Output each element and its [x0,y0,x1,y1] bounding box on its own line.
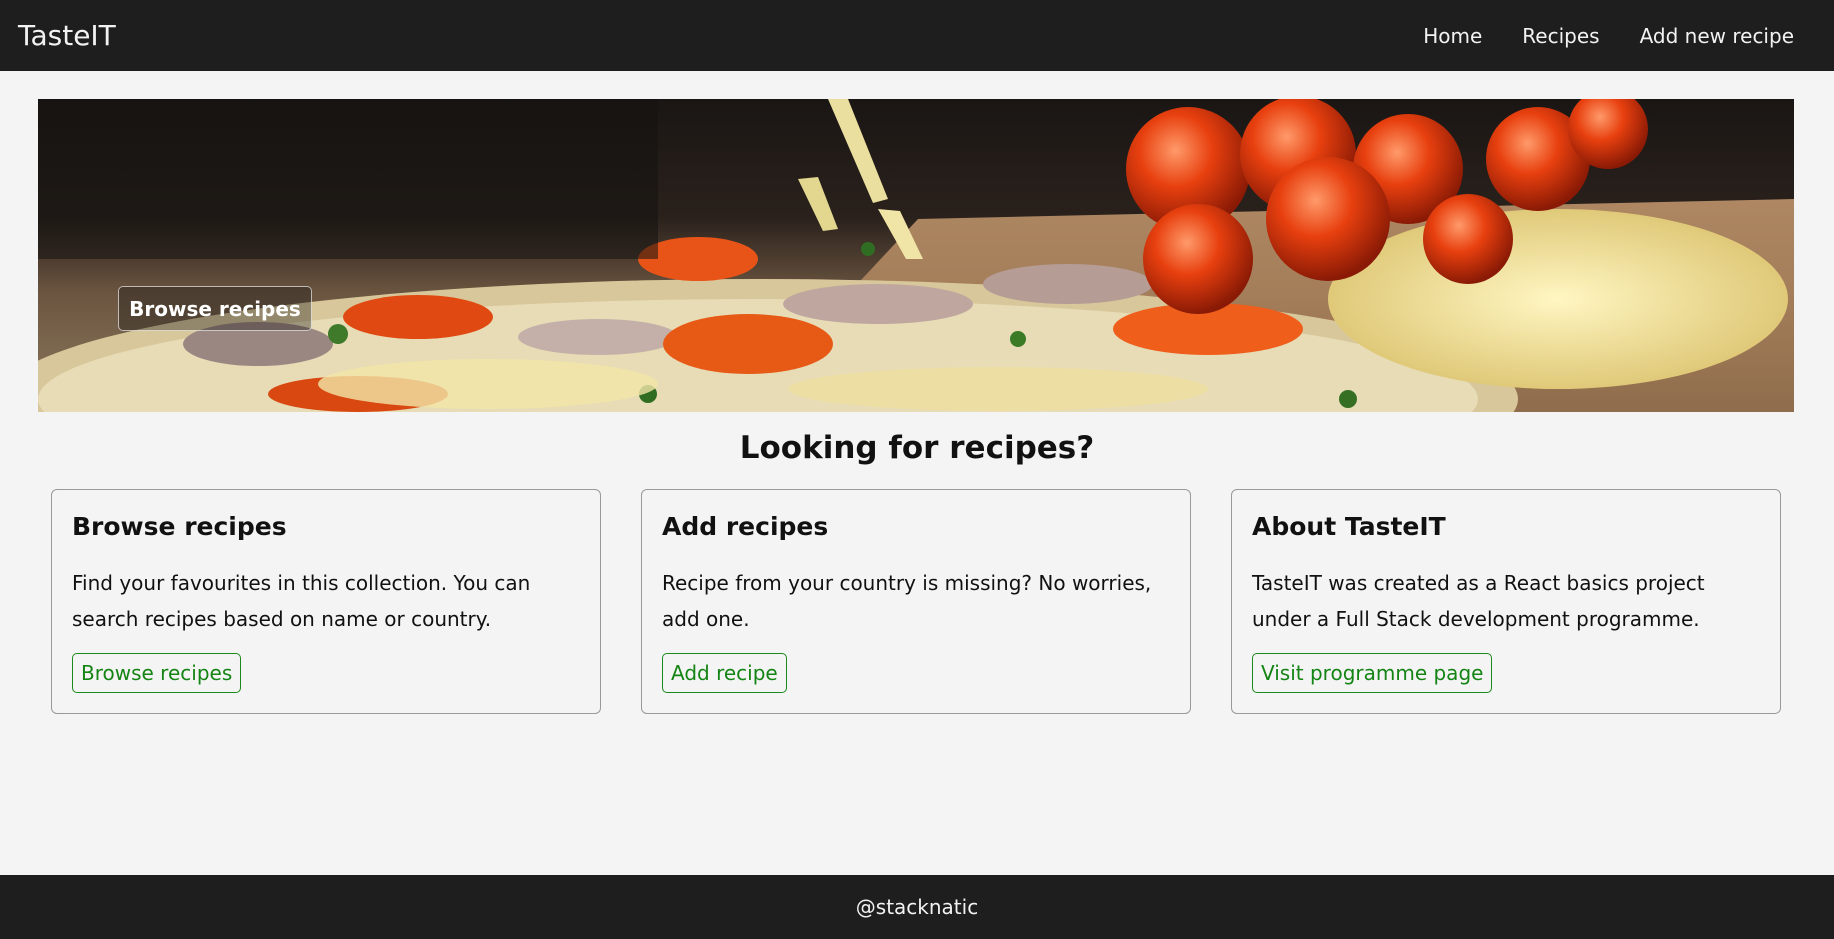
nav-link-recipes[interactable]: Recipes [1522,24,1599,48]
card-about-tasteit: About TasteIT TasteIT was created as a R… [1231,489,1781,714]
add-recipe-button[interactable]: Add recipe [662,653,787,693]
nav-link-home[interactable]: Home [1423,24,1482,48]
card-text: Find your favourites in this collection.… [72,571,531,631]
visit-programme-page-button[interactable]: Visit programme page [1252,653,1493,693]
hero-browse-recipes-button[interactable]: Browse recipes [118,286,312,331]
hero-banner: Browse recipes [38,99,1794,412]
card-title: About TasteIT [1252,512,1446,541]
page-headline: Looking for recipes? [739,430,1095,466]
top-navbar: TasteIT Home Recipes Add new recipe [0,0,1834,71]
browse-recipes-button[interactable]: Browse recipes [72,653,242,693]
card-add-recipes: Add recipes Recipe from your country is … [641,489,1191,714]
nav-links: Home Recipes Add new recipe [1383,24,1794,48]
card-text: Recipe from your country is missing? No … [662,571,1152,631]
card-title: Add recipes [662,512,829,541]
card-text: TasteIT was created as a React basics pr… [1252,571,1705,631]
brand-logo[interactable]: TasteIT [18,19,116,52]
hero-food-image [38,99,1794,412]
nav-link-add-new-recipe[interactable]: Add new recipe [1640,24,1794,48]
card-title: Browse recipes [72,512,287,541]
page-footer: @stacknatic [0,875,1834,939]
footer-text: @stacknatic [855,895,979,919]
card-browse-recipes: Browse recipes Find your favourites in t… [51,489,601,714]
